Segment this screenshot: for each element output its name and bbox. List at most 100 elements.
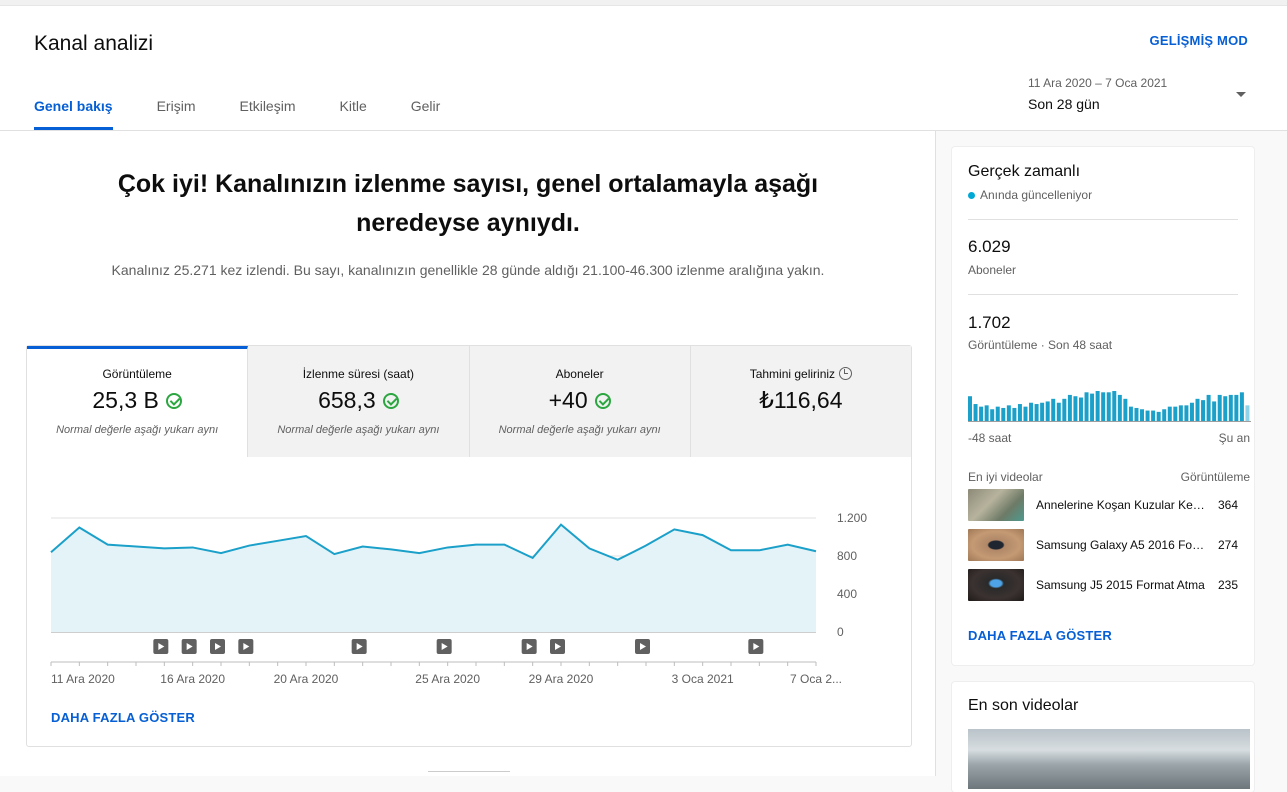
metric-value: +40 [548,387,588,413]
realtime-bar [1123,398,1128,421]
series-area [51,524,816,632]
video-marker-icon [748,639,764,654]
metric-tab-revenue[interactable]: Tahmini geliriniz ₺116,64 [690,346,911,457]
video-title: Samsung J5 2015 Format Atma [1036,578,1205,592]
divider [968,294,1238,295]
video-views: 274 [1217,538,1238,552]
page-title: Kanal analizi [34,32,154,55]
realtime-bar [1134,407,1139,421]
realtime-bar [1017,404,1022,421]
realtime-bar [1101,392,1106,421]
realtime-bar [1228,394,1233,421]
page-header: Kanal analizi GELİŞMİŞ MOD Genel bakış E… [0,6,1287,131]
tab-reach[interactable]: Erişim [157,98,196,130]
video-marker-icon [436,639,452,654]
top-videos-header: En iyi videolar [968,470,1043,484]
video-marker-icon [210,639,225,654]
tab-bar: Genel bakış Erişim Etkileşim Kitle Gelir [34,98,440,130]
realtime-bar [1162,409,1167,421]
dropdown-arrow-icon [1236,92,1246,97]
x-tick-label: 20 Ara 2020 [274,672,339,686]
date-range-picker[interactable]: 11 Ara 2020 – 7 Oca 2021 Son 28 gün [1028,76,1258,112]
overview-panel: Çok iyi! Kanalınızın izlenme sayısı, gen… [0,131,936,776]
y-tick-label: 1.200 [837,511,867,525]
x-tick-label: 29 Ara 2020 [529,672,594,686]
metric-label: Aboneler [555,367,604,381]
metric-value: ₺116,64 [759,387,843,413]
tab-engagement[interactable]: Etkileşim [239,98,295,130]
metric-label: İzlenme süresi (saat) [302,367,415,381]
check-circle-icon [382,392,399,409]
metric-tab-watch-time[interactable]: İzlenme süresi (saat) 658,3 Normal değer… [248,346,470,457]
divider [428,771,510,777]
video-views: 235 [1217,578,1238,592]
y-tick-label: 800 [837,549,857,563]
realtime-bar [1023,406,1028,421]
realtime-bar [968,396,972,421]
x-tick-label: 3 Oca 2021 [672,672,734,686]
advanced-mode-button[interactable]: GELİŞMİŞ MOD [1150,33,1248,48]
realtime-card: Gerçek zamanlı Anında güncelleniyor 6.02… [952,147,1254,665]
metric-note: Normal değerle aşağı yukarı aynı [498,424,661,436]
check-circle-icon [165,392,182,409]
realtime-bar [1145,410,1150,421]
video-marker-icon [351,639,367,654]
realtime-views-label: Görüntüleme · Son 48 saat [968,338,1113,352]
metric-tab-views[interactable]: Görüntüleme 25,3 B Normal değerle aşağı … [27,346,249,457]
realtime-bar [1173,406,1178,421]
metric-label: Görüntüleme [102,367,172,381]
metric-tab-subscribers[interactable]: Aboneler +40 Normal değerle aşağı yukarı… [469,346,691,457]
video-marker-icon [635,639,650,654]
realtime-bar [1056,402,1061,421]
realtime-bar [1090,393,1095,421]
realtime-bar [1189,402,1194,421]
axis-start-label: -48 saat [968,431,1012,445]
top-video-row[interactable]: Samsung J5 2015 Format Atma 235 [968,569,1238,601]
date-range-dates: 11 Ara 2020 – 7 Oca 2021 [1028,76,1168,90]
realtime-subtitle: Anında güncelleniyor [968,188,1092,202]
realtime-bar [990,409,995,421]
realtime-bar [1234,394,1239,421]
realtime-bar [1040,402,1045,421]
video-thumbnail[interactable] [968,729,1250,789]
live-dot-icon [968,191,975,199]
y-tick-label: 0 [837,625,844,639]
realtime-bar [1034,404,1039,421]
realtime-bar [1239,392,1244,421]
tab-overview[interactable]: Genel bakış [34,98,113,130]
realtime-bar [1067,394,1072,421]
realtime-bar-chart [968,391,1251,422]
tab-revenue[interactable]: Gelir [411,98,441,130]
realtime-bar [1178,405,1183,421]
summary-headline: Çok iyi! Kanalınızın izlenme sayısı, gen… [117,170,819,237]
realtime-bar [1045,401,1050,421]
realtime-bar [1156,411,1161,421]
realtime-bar [1195,398,1200,421]
video-marker-icon [238,639,254,654]
realtime-bar [1006,405,1011,421]
axis-end-label: Şu an [1218,431,1250,445]
realtime-bar [1062,398,1067,421]
realtime-bar [1095,391,1100,421]
realtime-bar [1084,392,1089,421]
realtime-bar [1078,397,1083,421]
show-more-button[interactable]: DAHA FAZLA GÖSTER [51,710,195,725]
top-video-row[interactable]: Samsung Galaxy A5 2016 Format Atma 274 [968,529,1238,561]
realtime-bar [1206,394,1211,421]
realtime-bar [1029,402,1034,421]
check-circle-icon [594,392,611,409]
views-column-header: Görüntüleme [1180,470,1250,484]
realtime-bar [995,406,1000,421]
divider [968,219,1238,220]
show-more-button[interactable]: DAHA FAZLA GÖSTER [968,628,1112,643]
realtime-title: Gerçek zamanlı [968,163,1081,180]
realtime-bar [1245,405,1250,421]
realtime-views-count: 1.702 [968,313,1011,332]
views-chart: 1.200 800 400 0 11 Ara 2020 16 Ara 2020 20 Ara… [50,511,867,686]
video-marker-icon [521,639,537,654]
video-marker-icon [550,639,565,654]
top-video-row[interactable]: Annelerine Koşan Kuzular Kendi Annelerin… [968,489,1238,521]
tab-audience[interactable]: Kitle [340,98,367,130]
realtime-bar [1223,396,1228,421]
realtime-bar [1106,392,1111,421]
